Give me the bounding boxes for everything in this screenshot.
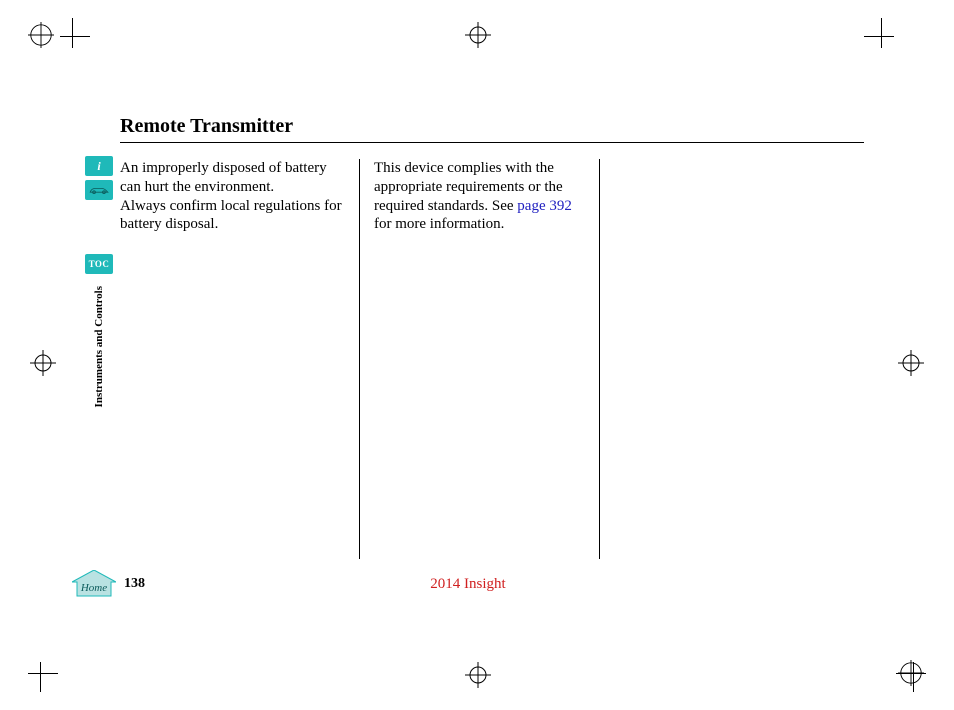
col1-p2: Always confirm local regulations for bat…: [120, 198, 342, 233]
col2-text-after: for more information.: [374, 216, 504, 232]
toc-button[interactable]: TOC: [85, 254, 113, 274]
info-icon[interactable]: i: [85, 156, 113, 176]
registration-crosshair-left: [30, 350, 56, 376]
page-number: 138: [124, 576, 145, 592]
crop-mark-bottom-left: [28, 662, 58, 692]
column-1: An improperly disposed of battery can hu…: [120, 159, 360, 559]
home-button[interactable]: Home: [72, 570, 116, 598]
content-columns: An improperly disposed of battery can hu…: [120, 159, 864, 559]
section-label: Instruments and Controls: [93, 286, 105, 407]
registration-crosshair-right: [898, 350, 924, 376]
registration-disc-top-left: [28, 22, 56, 50]
column-2: This device complies with the appropriat…: [360, 159, 600, 559]
page-reference-link[interactable]: page 392: [517, 198, 572, 214]
col1-p1: An improperly disposed of battery can hu…: [120, 160, 327, 195]
model-year-label: 2014 Insight: [430, 576, 505, 593]
registration-disc-bottom-right: [898, 660, 926, 688]
info-glyph: i: [97, 159, 100, 174]
car-icon[interactable]: [85, 180, 113, 200]
page-title: Remote Transmitter: [120, 115, 864, 143]
crop-mark-top-left: [60, 18, 90, 48]
left-sidebar: i TOC Instruments and Controls: [82, 156, 116, 407]
registration-crosshair-bottom: [465, 662, 491, 688]
toc-label: TOC: [89, 259, 110, 269]
registration-crosshair-top: [465, 22, 491, 48]
page-footer: Home 138 2014 Insight: [72, 570, 864, 598]
page-content: Remote Transmitter An improperly dispose…: [120, 115, 864, 600]
home-label: Home: [72, 582, 116, 594]
crop-mark-top-right: [864, 18, 894, 48]
